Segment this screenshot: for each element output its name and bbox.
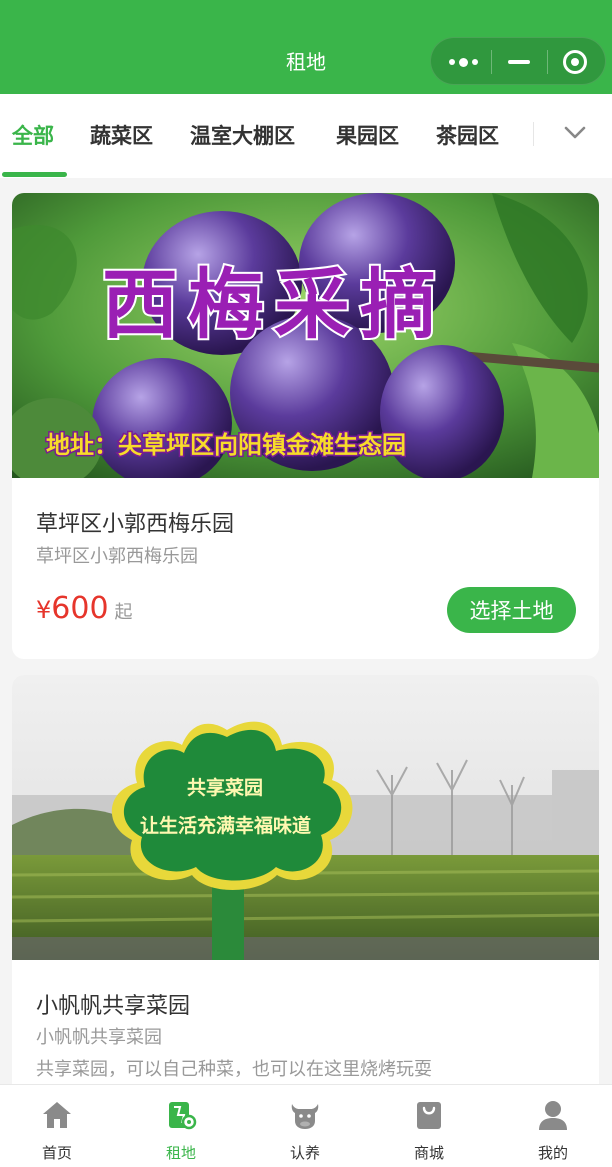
card-title: 草坪区小郭西梅乐园 [36,512,235,537]
category-tabs: 全部 蔬菜区 温室大棚区 果园区 茶园区 [0,94,612,178]
mini-program-capsule [430,37,606,85]
nav-label: 认养 [289,1144,320,1162]
chevron-down-icon[interactable] [563,120,587,144]
sign-text-line2: 让生活充满幸福味道 [140,815,312,837]
close-target-icon [563,50,587,74]
nav-label: 租地 [165,1144,196,1162]
nav-label: 商城 [413,1144,444,1162]
nav-label: 我的 [537,1144,568,1162]
image-caption-title: 西梅采摘 [100,258,446,351]
land-card[interactable]: 西梅采摘 地址：尖草坪区向阳镇金滩生态园 草坪区小郭西梅乐园 草坪区小郭西梅乐园… [12,193,599,659]
price-suffix: 起 [114,602,133,623]
user-icon [539,1101,567,1130]
nav-mine[interactable]: 我的 [492,1085,612,1167]
card-image-garden: 共享菜园 让生活充满幸福味道 [12,675,599,960]
nav-land[interactable]: 租地 [120,1085,242,1167]
active-tab-indicator [2,172,67,177]
cow-icon [291,1104,319,1129]
tab-vegetable[interactable]: 蔬菜区 [90,120,153,150]
more-button[interactable] [435,38,491,86]
navigation-bar: 租地 [0,0,612,94]
nav-label: 首页 [41,1144,72,1162]
tab-orchard[interactable]: 果园区 [336,120,399,150]
tab-tea-garden[interactable]: 茶园区 [436,120,499,150]
shopping-bag-icon [417,1102,441,1129]
price: ¥600 起 [36,591,133,626]
close-button[interactable] [547,38,603,86]
card-description: 共享菜园，可以自己种菜，也可以在这里烧烤玩耍 [36,1059,432,1080]
image-caption-address: 地址：尖草坪区向阳镇金滩生态园 [45,430,408,461]
price-currency: ¥ [36,596,52,624]
tabs-divider [533,122,534,146]
nav-adopt[interactable]: 认养 [244,1085,366,1167]
card-title: 小帆帆共享菜园 [36,994,191,1019]
minimize-icon [508,60,530,64]
card-image-plum: 西梅采摘 地址：尖草坪区向阳镇金滩生态园 [12,193,599,478]
nav-mall[interactable]: 商城 [368,1085,490,1167]
price-amount: 600 [51,591,109,626]
home-icon [43,1102,71,1128]
select-land-button[interactable]: 选择土地 [447,587,576,633]
nav-home[interactable]: 首页 [0,1085,118,1167]
land-map-icon [169,1102,197,1130]
land-card[interactable]: 共享菜园 让生活充满幸福味道 小帆帆共享菜园 小帆帆共享菜园 共享菜园，可以自己… [12,675,599,1095]
card-subtitle: 小帆帆共享菜园 [36,1027,162,1048]
minimize-button[interactable] [491,38,547,86]
more-dots-icon [448,57,478,67]
bottom-tab-bar: 首页 租地 认养 商城 我的 [0,1084,612,1167]
tab-all[interactable]: 全部 [12,120,54,150]
tab-greenhouse[interactable]: 温室大棚区 [190,120,295,150]
sign-text-line1: 共享菜园 [187,777,264,799]
card-subtitle: 草坪区小郭西梅乐园 [36,546,198,567]
